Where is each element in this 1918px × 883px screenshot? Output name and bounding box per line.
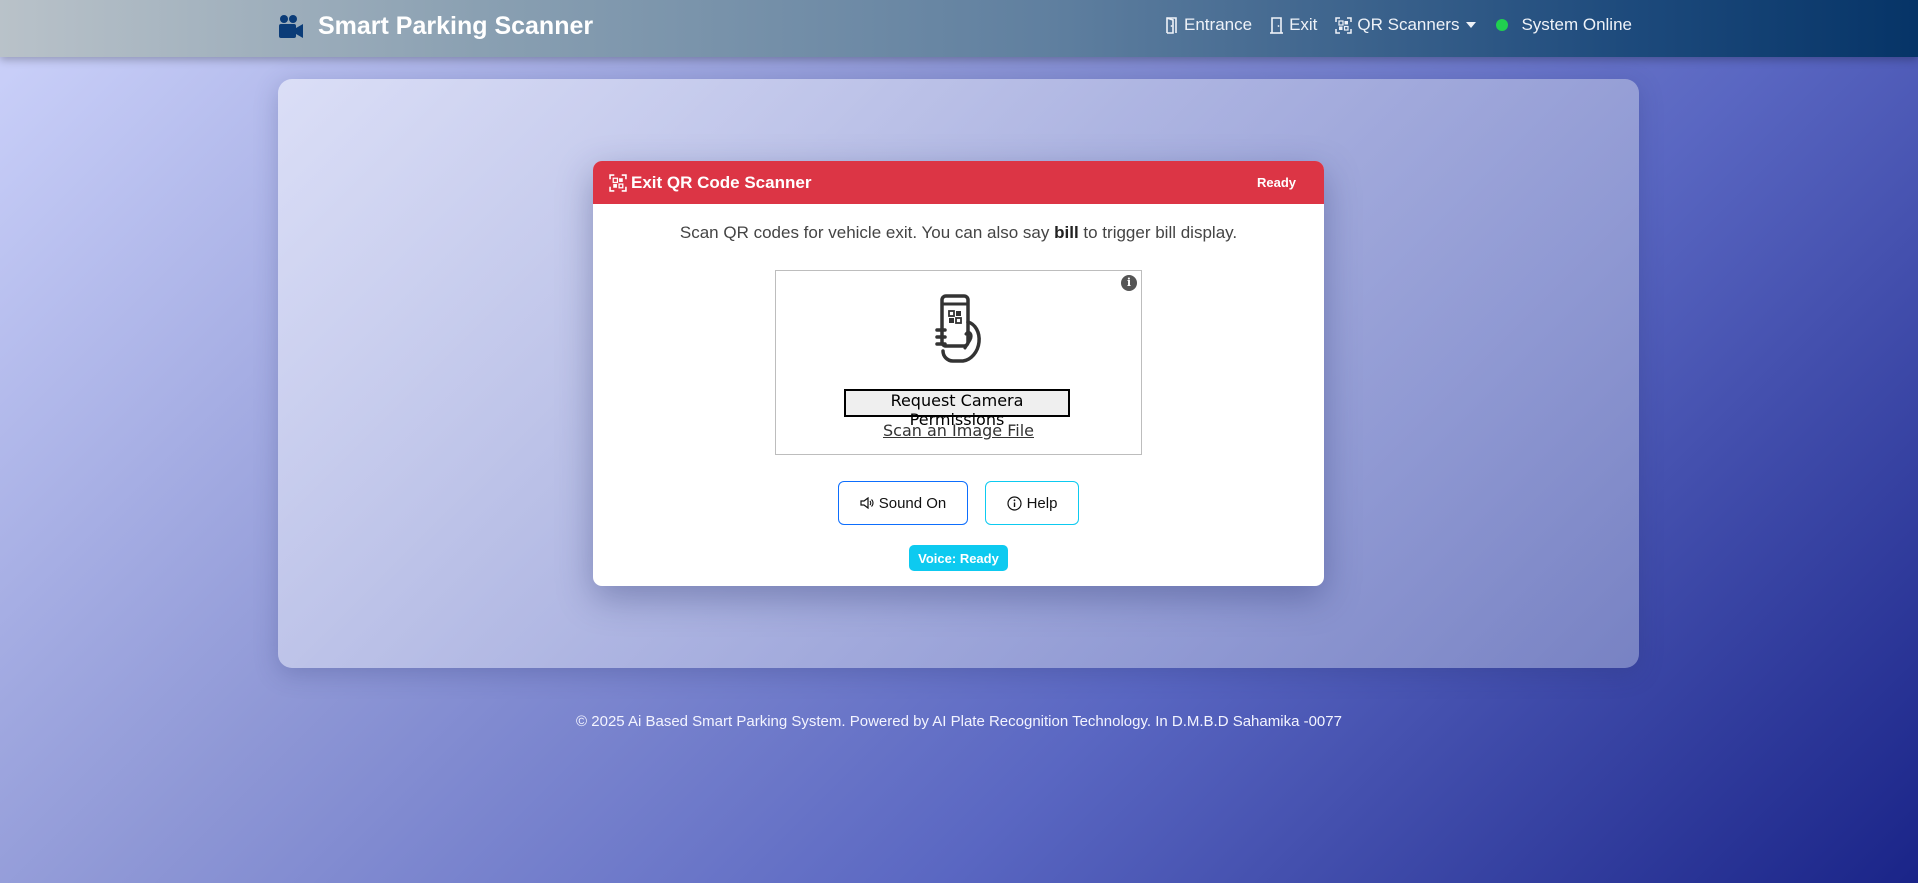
qr-scan-icon (609, 173, 627, 192)
card-header: Exit QR Code Scanner Ready (593, 161, 1324, 204)
top-navbar: Smart Parking Scanner Entrance Exit QR S… (0, 0, 1918, 57)
qr-reader-area: i Request Camera Permissions Scan an Ima… (775, 270, 1142, 455)
card-body: Scan QR codes for vehicle exit. You can … (593, 204, 1324, 586)
door-closed-icon (1270, 16, 1284, 34)
help-button[interactable]: Help (985, 481, 1079, 525)
brand-link[interactable]: Smart Parking Scanner (278, 12, 593, 41)
status-indicator-dot (1496, 19, 1509, 31)
sound-toggle-button[interactable]: Sound On (838, 481, 968, 525)
volume-icon (860, 497, 874, 509)
footer-copyright: © 2025 Ai Based Smart Parking System. Po… (576, 713, 1342, 730)
caret-down-icon (1466, 22, 1477, 28)
info-circle-icon (1006, 495, 1022, 511)
door-open-icon (1166, 16, 1177, 34)
nav-dropdown-qr-scanners[interactable]: QR Scanners (1335, 15, 1477, 35)
scanner-controls: Sound On Help (593, 481, 1324, 525)
nav-link-entrance-label: Entrance (1184, 15, 1253, 34)
scan-image-file-link[interactable]: Scan an Image File (776, 421, 1141, 440)
exit-scanner-card: Exit QR Code Scanner Ready Scan QR codes… (593, 161, 1324, 586)
card-title-text: Exit QR Code Scanner (631, 172, 812, 192)
instructions-text-end: to trigger bill display. (1083, 223, 1238, 242)
nav-links: Entrance Exit QR Scanners System Online (1147, 15, 1632, 35)
scanner-instructions: Scan QR codes for vehicle exit. You can … (593, 223, 1324, 243)
card-title: Exit QR Code Scanner (609, 173, 811, 193)
sound-button-label: Sound On (878, 494, 947, 512)
request-camera-permissions-button[interactable]: Request Camera Permissions (844, 389, 1070, 429)
brand-title: Smart Parking Scanner (318, 12, 594, 40)
info-icon[interactable]: i (1121, 275, 1137, 291)
nav-link-entrance[interactable]: Entrance (1165, 15, 1252, 35)
video-camera-icon (279, 14, 303, 38)
qr-scan-icon (1335, 16, 1353, 34)
nav-link-exit-label: Exit (1289, 15, 1318, 34)
system-status-text: System Online (1521, 15, 1632, 34)
scanner-status-badge: Ready (1256, 175, 1296, 190)
help-button-label: Help (1026, 494, 1058, 512)
voice-status-badge: Voice: Ready (909, 545, 1008, 571)
instructions-text: Scan QR codes for vehicle exit. You can … (679, 223, 1050, 242)
nav-dropdown-qr-scanners-label: QR Scanners (1357, 15, 1460, 34)
voice-keyword: bill (1054, 223, 1079, 242)
phone-scan-icon (935, 294, 981, 363)
nav-link-exit[interactable]: Exit (1270, 15, 1317, 35)
